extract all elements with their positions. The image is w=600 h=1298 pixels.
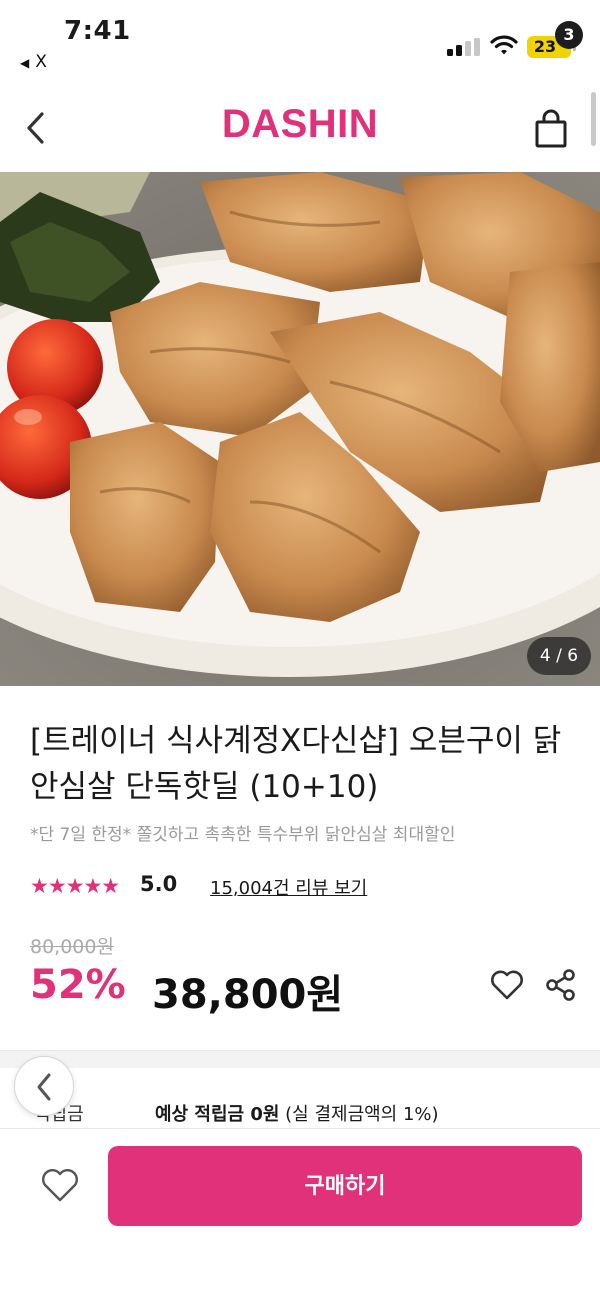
signal-icon [447, 38, 481, 56]
original-price: 80,000원 [30, 936, 114, 958]
product-subtitle: *단 7일 한정* 쫄깃하고 촉촉한 특수부위 닭안심살 최대할인 [30, 825, 456, 845]
product-title: [트레이너 식사계정X다신샵] 오븐구이 닭안심살 단독핫딜 (10+10) [30, 723, 562, 805]
review-link[interactable]: 15,004건 리뷰 보기 [210, 874, 367, 900]
back-to-app[interactable]: ◀ X [20, 52, 47, 72]
share-icon[interactable] [545, 969, 577, 1001]
brand-logo[interactable]: DASHIN [0, 102, 600, 147]
section-divider [0, 1050, 600, 1068]
heart-icon[interactable] [490, 969, 524, 1001]
chevron-left-icon [37, 1073, 51, 1101]
wifi-icon [490, 35, 518, 55]
image-counter: 4 / 6 [527, 637, 591, 675]
points-value: 예상 적립금 0원 (실 결제금액의 1%) [155, 1100, 439, 1126]
discount-rate: 52% [30, 962, 126, 1008]
back-app-label: X [35, 52, 47, 72]
rating-stars-icon: ★★★★★ [30, 874, 120, 898]
wishlist-heart-icon[interactable] [40, 1166, 80, 1206]
sale-price: 38,800원 [152, 972, 344, 1018]
clock: 7:41 [64, 16, 131, 46]
points-value-note: (실 결제금액의 1%) [279, 1104, 439, 1125]
status-bar: 7:41 ◀ X 23 [0, 0, 600, 84]
product-image[interactable] [0, 172, 600, 686]
app-header: DASHIN [0, 84, 600, 172]
scrollbar[interactable] [591, 92, 596, 146]
rating-score: 5.0 [140, 872, 178, 896]
cart-bag-icon[interactable] [532, 106, 572, 150]
cart-count-badge: 3 [555, 21, 583, 49]
points-value-main: 예상 적립금 0원 [155, 1104, 280, 1125]
floating-back-button[interactable] [14, 1056, 74, 1116]
buy-button[interactable]: 구매하기 [108, 1146, 582, 1226]
back-triangle-icon: ◀ [20, 56, 30, 70]
